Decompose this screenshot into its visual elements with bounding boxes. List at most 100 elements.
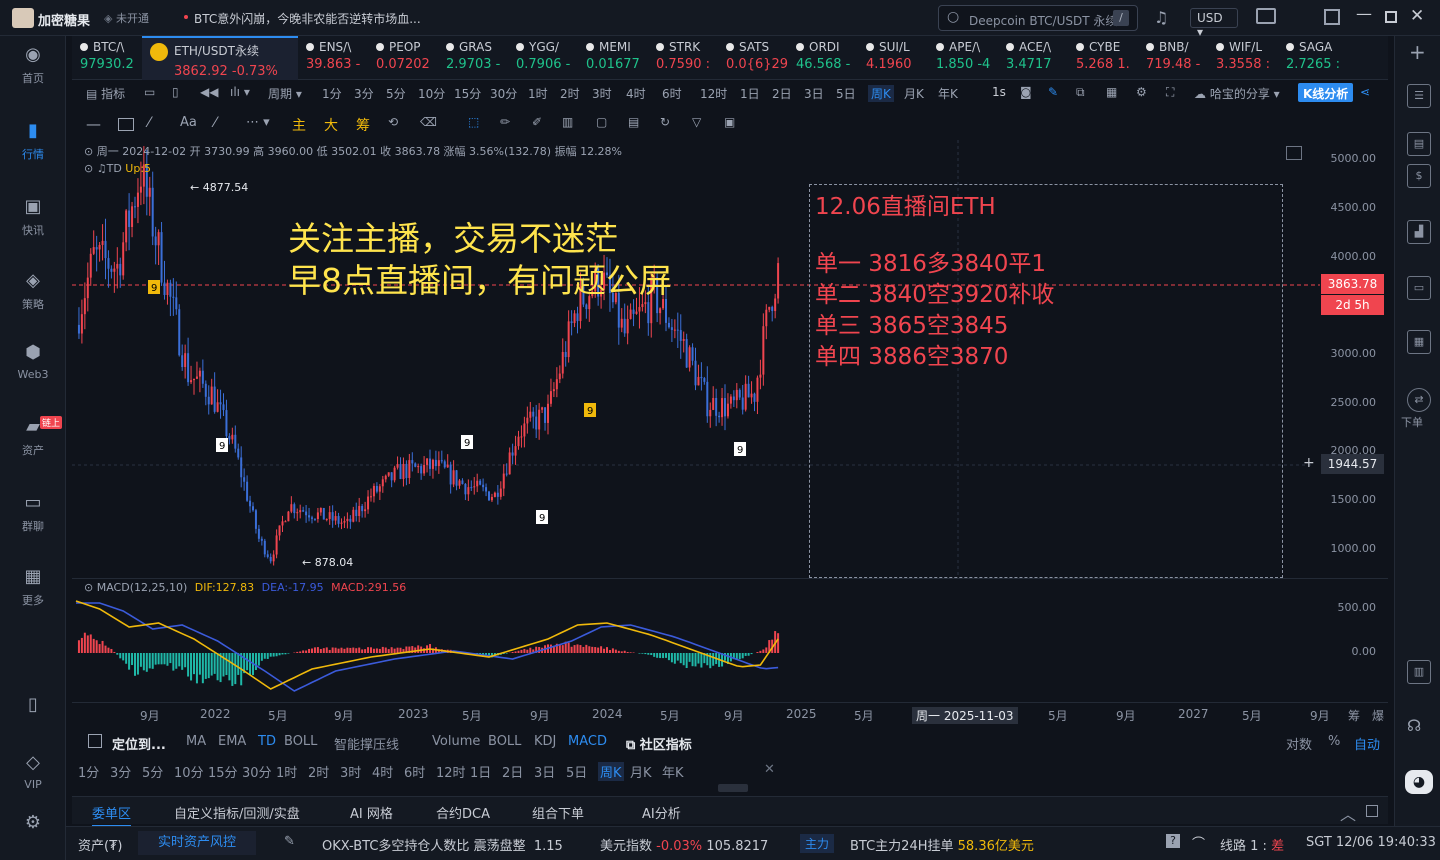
timeframe-12时[interactable]: 12时 — [436, 762, 466, 781]
lock-icon[interactable]: ▢ — [596, 115, 607, 129]
bottom-tab[interactable]: AI分析 — [642, 803, 681, 822]
more-icon[interactable]: ⋯ ▾ — [246, 115, 270, 130]
order-icon[interactable]: ⇄ — [1407, 388, 1431, 412]
document-icon[interactable]: ▤ — [1407, 132, 1431, 156]
macd-panel[interactable]: ⊙ MACD(12,25,10) DIF:127.83 DEA:-17.95 M… — [72, 578, 1388, 702]
share-icon[interactable]: ⋖ — [1360, 85, 1370, 99]
ticker-tab[interactable]: CYBE 5.268 1. — [1068, 36, 1138, 80]
timeframe-月K[interactable]: 月K — [904, 85, 924, 102]
indicator-macd[interactable]: MACD — [568, 734, 607, 749]
timeframe-10分[interactable]: 10分 — [174, 762, 204, 781]
magnet-icon[interactable]: ↻ — [660, 115, 670, 129]
candle-type-icon[interactable]: ılı ▾ — [230, 85, 250, 99]
timeframe-30分[interactable]: 30分 — [242, 762, 272, 781]
ticker-tab[interactable]: SATS 0.0{6}29 — [718, 36, 788, 80]
edit-icon[interactable]: ✎ — [284, 834, 295, 849]
tick-button[interactable]: 1s — [992, 85, 1006, 99]
timeframe-5分[interactable]: 5分 — [386, 85, 406, 102]
timeframe-30分[interactable]: 30分 — [490, 85, 517, 102]
mail-icon[interactable] — [1256, 8, 1276, 24]
collapse-icon[interactable]: ⊙ — [84, 581, 93, 594]
gear-icon[interactable]: ⚙ — [1136, 85, 1147, 99]
sidebar-item-10[interactable]: ⚙ — [0, 812, 66, 838]
ticker-tab[interactable]: PEOP 0.07202 — [368, 36, 438, 80]
time-axis[interactable]: 9月 2022 5月 9月 2023 5月 9月 2024 5月 9月 2025 5月 周一 2025-… — [72, 702, 1388, 726]
pencil-icon[interactable]: ✏ — [500, 115, 510, 129]
ticker-tab[interactable]: BTC/\ 97930.2 — [72, 36, 142, 80]
sidebar-item-5[interactable]: ▰ 资产 链上 — [0, 416, 66, 458]
timeframe-2时[interactable]: 2时 — [308, 762, 329, 781]
indicator-智能撑压线[interactable]: 智能撑压线 — [334, 734, 399, 753]
close-icon[interactable]: ✕ — [764, 762, 775, 777]
select-icon[interactable]: ⬚ — [468, 115, 479, 129]
add-icon[interactable]: + — [1409, 40, 1426, 64]
timeframe-3日[interactable]: 3日 — [534, 762, 555, 781]
timeframe-15分[interactable]: 15分 — [454, 85, 481, 102]
axis-toggle[interactable]: 筹 — [1348, 707, 1360, 724]
scale-option[interactable]: 自动 — [1354, 734, 1380, 753]
ticker-tab[interactable]: ENS/\ 39.863 - — [298, 36, 368, 80]
trendline-icon[interactable]: ⁄ — [148, 115, 150, 131]
filter-icon[interactable]: ▽ — [692, 115, 701, 129]
eraser-icon[interactable]: ⌫ — [420, 115, 437, 129]
tag-main[interactable]: 主 — [292, 115, 306, 135]
popout-icon[interactable] — [1324, 9, 1340, 25]
measure-icon[interactable]: ▥ — [562, 115, 573, 129]
collapse-handle-icon[interactable] — [718, 784, 748, 792]
link-icon[interactable]: ⧉ — [1076, 85, 1085, 100]
timeframe-10分[interactable]: 10分 — [418, 85, 445, 102]
tag-big[interactable]: 大 — [324, 115, 338, 135]
ray-icon[interactable]: ⁄ — [214, 115, 216, 131]
list-icon[interactable]: ☰ — [1407, 84, 1431, 108]
timeframe-1日[interactable]: 1日 — [470, 762, 491, 781]
ticker-tab[interactable]: SUI/L 4.1960 — [858, 36, 928, 80]
account-status[interactable]: ◈ 未开通 — [104, 10, 149, 26]
sidebar-item-8[interactable]: ▯ — [0, 694, 66, 720]
expand-icon[interactable] — [1366, 805, 1378, 817]
indicator-ma[interactable]: MA — [186, 734, 206, 749]
timeframe-12时[interactable]: 12时 — [700, 85, 727, 102]
bottom-tab[interactable]: AI 网格 — [350, 803, 393, 822]
calendar-icon[interactable]: ▭ — [144, 85, 155, 99]
bot-icon[interactable]: ◕ — [1405, 770, 1433, 794]
bottom-tab[interactable]: 自定义指标/回测/实盘 — [174, 803, 300, 822]
line-status[interactable]: 线路 1 : 差 — [1220, 835, 1284, 854]
community-indicator-button[interactable]: ⧉ 社区指标 — [626, 734, 692, 753]
timeframe-周K[interactable]: 周K — [868, 85, 894, 102]
indicator-boll[interactable]: BOLL — [284, 734, 317, 749]
timeframe-2时[interactable]: 2时 — [560, 85, 580, 102]
collapse-icon[interactable]: ⊙ — [84, 145, 93, 158]
search-input[interactable]: ○ Deepcoin BTC/USDT 永续 / — [938, 5, 1138, 31]
brush-icon[interactable]: ✐ — [532, 115, 542, 129]
sidebar-item-6[interactable]: ▭ 群聊 — [0, 492, 66, 534]
rectangle-icon[interactable] — [118, 118, 134, 131]
timeframe-周K[interactable]: 周K — [598, 762, 624, 781]
note-box[interactable]: 12.06直播间ETH 单一 3816多3840平1 单二 3840空3920补… — [809, 184, 1283, 578]
help-icon[interactable]: ? — [1166, 834, 1180, 848]
indicator-button[interactable]: ▤ 指标 — [86, 85, 125, 102]
crosshair-plus-icon[interactable]: + — [1303, 455, 1315, 471]
timeframe-15分[interactable]: 15分 — [208, 762, 238, 781]
camera-icon[interactable]: ◙ — [1020, 85, 1032, 99]
share-button[interactable]: ☁ 哈宝的分享 ▾ — [1194, 85, 1280, 102]
indicator-ema[interactable]: EMA — [218, 734, 246, 749]
timeframe-1时[interactable]: 1时 — [528, 85, 548, 102]
ticker-tab[interactable]: STRK 0.7590 : — [648, 36, 718, 80]
chart-expand-icon[interactable] — [1286, 146, 1302, 160]
timeframe-5日[interactable]: 5日 — [836, 85, 856, 102]
indicator-volume[interactable]: Volume — [432, 734, 480, 749]
timeframe-2日[interactable]: 2日 — [772, 85, 792, 102]
ticker-tab[interactable]: YGG/0.7906 - — [508, 36, 578, 80]
fullscreen-icon[interactable]: ⛶ — [1166, 85, 1174, 100]
timeframe-3时[interactable]: 3时 — [592, 85, 612, 102]
timeframe-6时[interactable]: 6时 — [662, 85, 682, 102]
panel-icon[interactable]: ▥ — [1407, 660, 1431, 684]
signal-icon[interactable]: ▟ — [1407, 220, 1431, 244]
period-select[interactable]: 周期 ▾ — [268, 85, 302, 102]
maximize-icon[interactable] — [1385, 11, 1397, 23]
timeframe-4时[interactable]: 4时 — [372, 762, 393, 781]
bottom-tab[interactable]: 委单区 — [92, 803, 132, 827]
timeframe-5日[interactable]: 5日 — [566, 762, 587, 781]
dollar-icon[interactable]: $ — [1407, 164, 1431, 188]
sidebar-item-7[interactable]: ▦ 更多 — [0, 566, 66, 608]
